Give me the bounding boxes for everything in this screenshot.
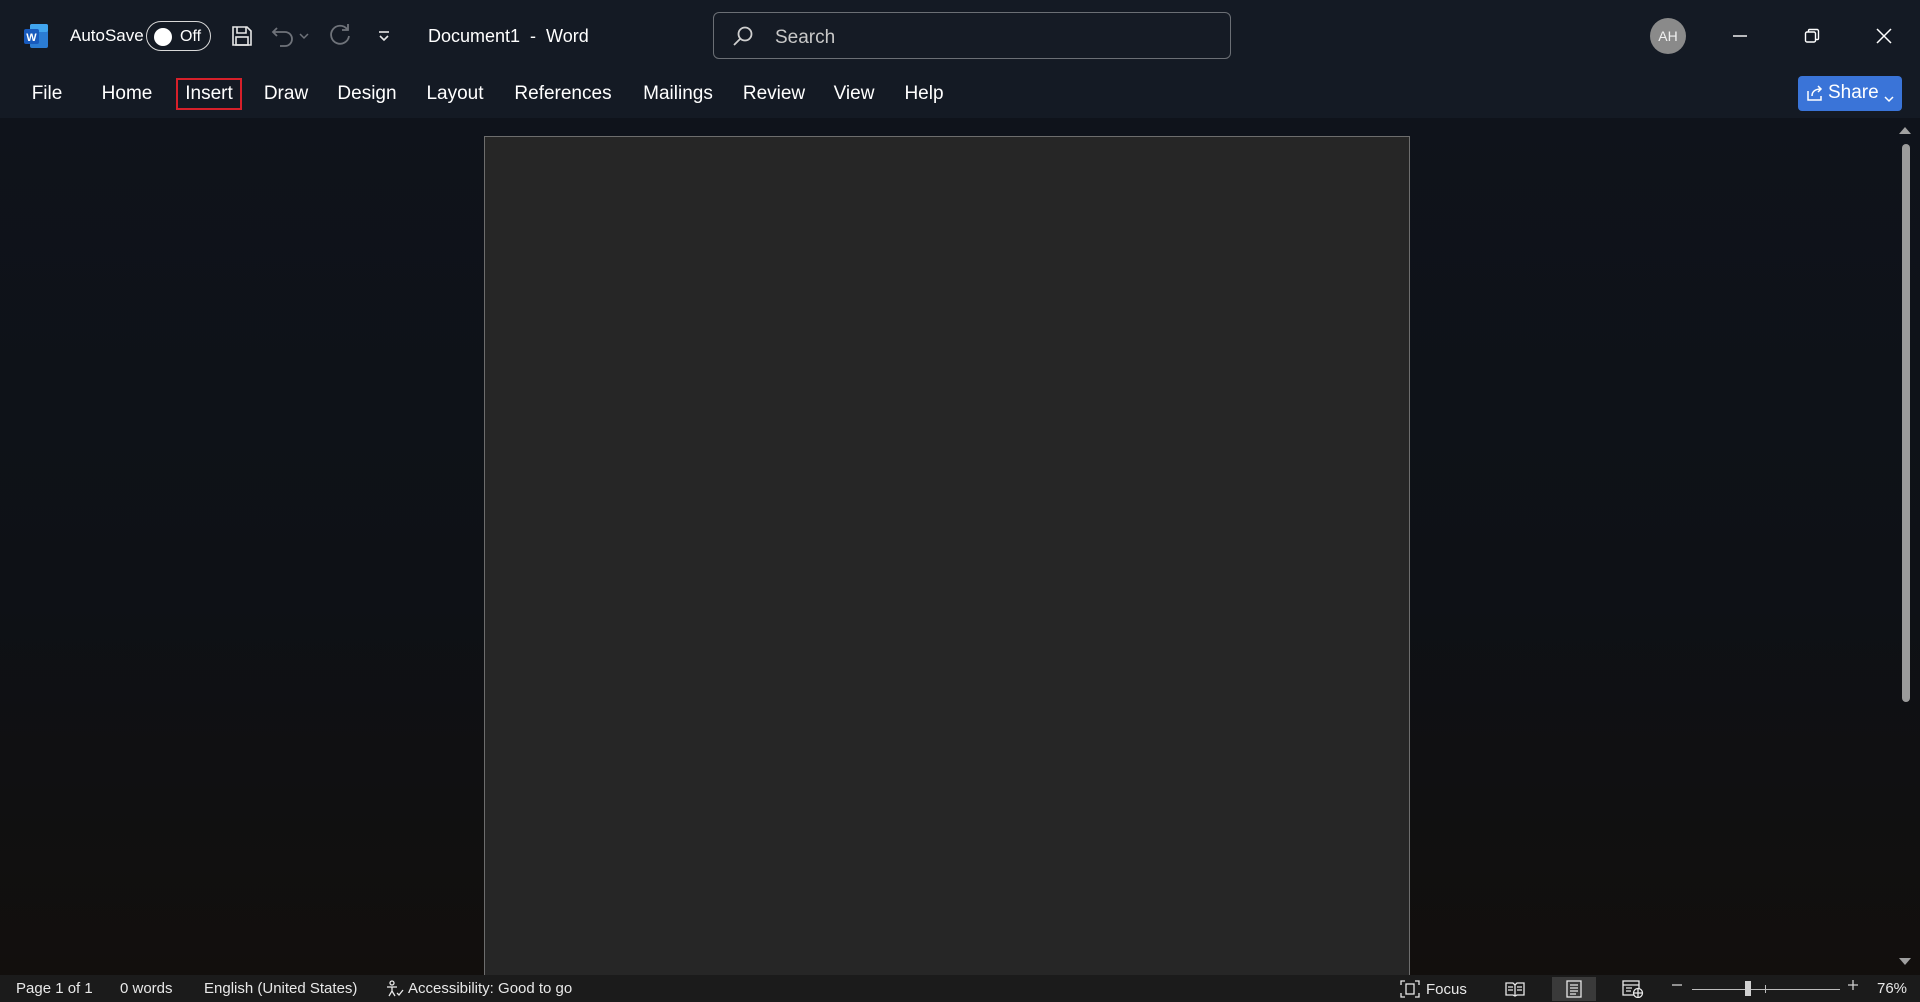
tab-home[interactable]: Home <box>92 78 162 110</box>
scroll-up-icon[interactable] <box>1898 122 1912 140</box>
focus-icon <box>1400 980 1420 998</box>
word-count[interactable]: 0 words <box>120 980 173 997</box>
svg-text:W: W <box>26 32 37 44</box>
print-layout-icon[interactable] <box>1552 977 1596 1001</box>
document-page[interactable] <box>484 136 1410 975</box>
status-bar: Page 1 of 1 0 words English (United Stat… <box>0 975 1920 1002</box>
tab-help[interactable]: Help <box>898 78 950 110</box>
autosave-toggle[interactable]: Off <box>146 21 211 51</box>
search-icon <box>732 25 754 52</box>
zoom-out-icon[interactable] <box>1670 978 1684 992</box>
zoom-100-marker <box>1765 985 1766 993</box>
zoom-in-icon[interactable] <box>1846 978 1860 992</box>
document-title: Document1 - Word <box>428 26 589 46</box>
avatar[interactable]: AH <box>1650 18 1686 54</box>
chevron-down-icon <box>1884 87 1894 109</box>
accessibility-label: Accessibility: Good to go <box>408 980 573 997</box>
search-input[interactable]: Search <box>713 12 1231 59</box>
tab-references[interactable]: References <box>510 78 616 110</box>
redo-icon[interactable] <box>324 20 356 52</box>
minimize-icon[interactable] <box>1722 18 1758 54</box>
zoom-slider[interactable] <box>1692 989 1840 990</box>
share-icon <box>1806 84 1824 108</box>
close-icon[interactable] <box>1866 18 1902 54</box>
toggle-knob <box>154 28 172 46</box>
share-label: Share <box>1828 82 1879 103</box>
customize-toolbar-icon[interactable] <box>368 20 400 52</box>
web-layout-icon[interactable] <box>1618 977 1648 1001</box>
focus-mode-button[interactable]: Focus <box>1400 980 1467 998</box>
tab-draw[interactable]: Draw <box>256 78 316 110</box>
autosave-label: AutoSave <box>70 26 144 45</box>
tab-review[interactable]: Review <box>738 78 810 110</box>
share-button[interactable]: Share <box>1798 76 1902 111</box>
focus-label: Focus <box>1426 980 1467 998</box>
tab-design[interactable]: Design <box>332 78 402 110</box>
save-icon[interactable] <box>226 20 258 52</box>
tab-view[interactable]: View <box>828 78 880 110</box>
read-mode-icon[interactable] <box>1500 977 1530 1001</box>
zoom-level[interactable]: 76% <box>1877 980 1907 997</box>
accessibility-status[interactable]: Accessibility: Good to go <box>386 980 572 997</box>
page-count[interactable]: Page 1 of 1 <box>16 980 93 997</box>
title-bar: W AutoSave Off Document1 - Word Search A… <box>0 0 1920 72</box>
autosave-state: Off <box>180 28 202 45</box>
ribbon-tabs: File Home Insert Draw Design Layout Refe… <box>0 72 1920 118</box>
document-canvas <box>0 118 1920 975</box>
word-logo-icon: W <box>22 22 50 50</box>
scrollbar-thumb[interactable] <box>1902 144 1910 702</box>
restore-icon[interactable] <box>1794 18 1830 54</box>
tab-insert[interactable]: Insert <box>176 78 242 110</box>
tab-layout[interactable]: Layout <box>420 78 490 110</box>
search-placeholder: Search <box>775 27 836 48</box>
language-indicator[interactable]: English (United States) <box>204 980 357 997</box>
scroll-down-icon[interactable] <box>1898 954 1912 972</box>
zoom-slider-thumb[interactable] <box>1745 981 1751 996</box>
undo-dropdown-icon[interactable] <box>296 20 312 52</box>
tab-file[interactable]: File <box>22 78 72 110</box>
accessibility-icon <box>386 980 404 997</box>
tab-mailings[interactable]: Mailings <box>636 78 720 110</box>
